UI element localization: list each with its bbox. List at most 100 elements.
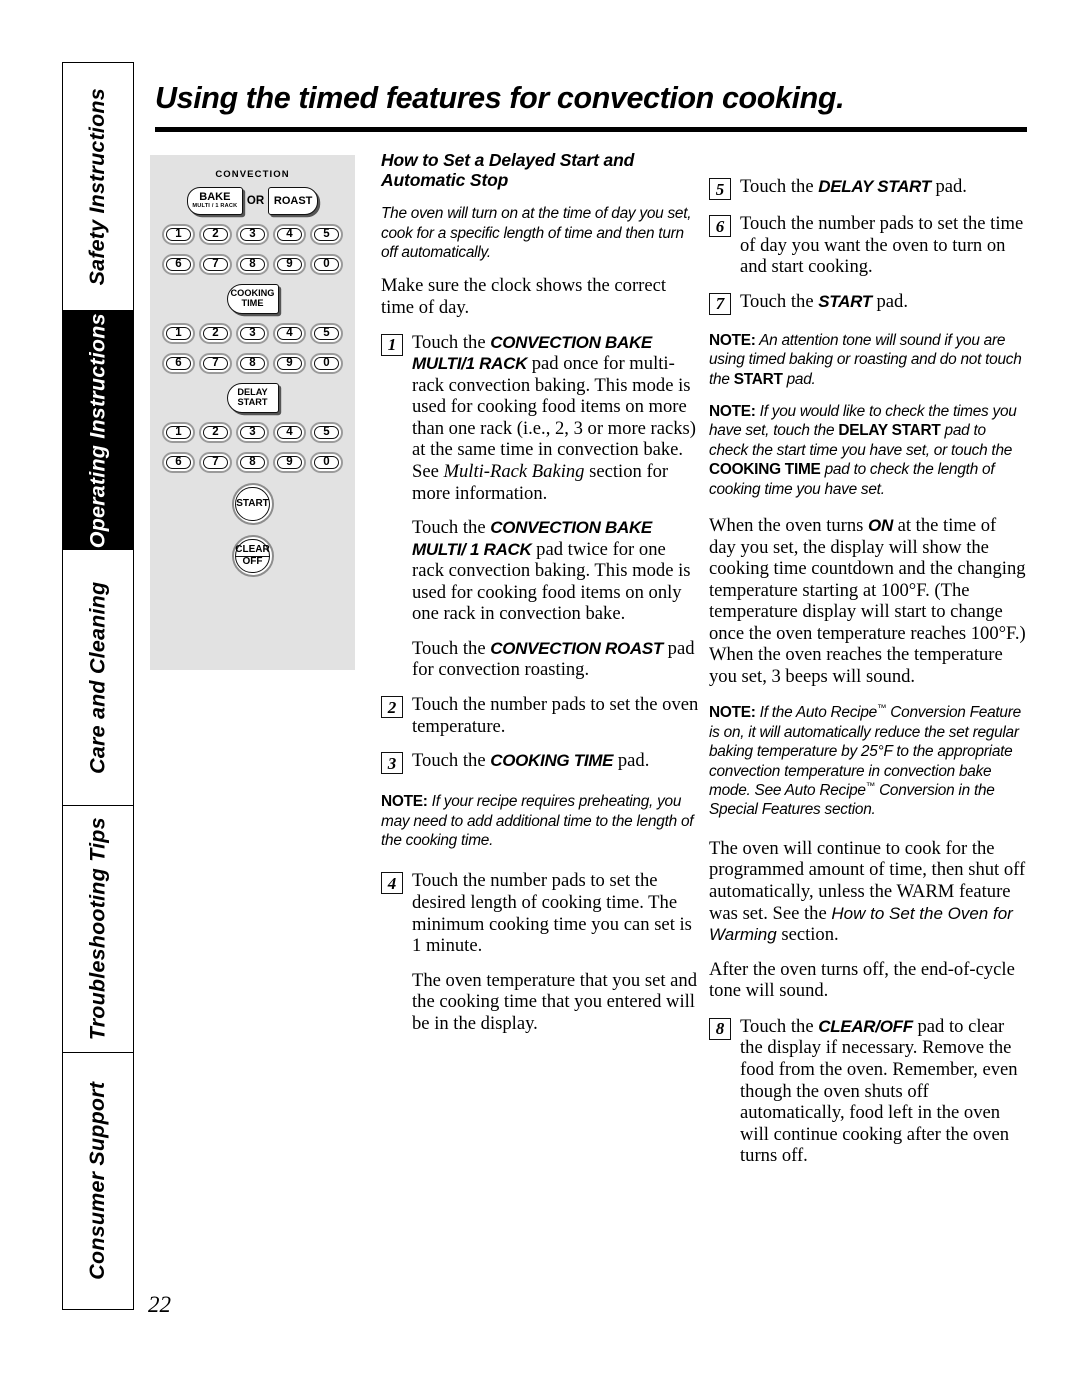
delay-start-button[interactable]: DELAY START	[226, 383, 279, 413]
trademark-symbol-2: ™	[865, 780, 876, 792]
note-check-times: NOTE: If you would like to check the tim…	[709, 402, 1027, 499]
numpad-key-label: 8	[249, 356, 256, 369]
clear-off-row: CLEAR OFF	[150, 535, 355, 577]
numpad-key-6[interactable]: 6	[162, 254, 195, 275]
numpad-key-0[interactable]: 0	[310, 353, 343, 374]
numpad-key-7[interactable]: 7	[199, 254, 232, 275]
numpad-row: 6 7 8 9 0	[150, 353, 355, 374]
note-check-pad-b: COOKING TIME	[709, 461, 821, 479]
step-3: 3 Touch the COOKING TIME pad.	[381, 750, 699, 775]
step-2: 2 Touch the number pads to set the oven …	[381, 694, 699, 737]
end-of-cycle-paragraph: After the oven turns off, the end-of-cyc…	[709, 958, 1015, 1002]
numpad-key-3[interactable]: 3	[236, 422, 269, 443]
title-divider	[155, 127, 1027, 132]
step-5-body: pad.	[935, 176, 967, 197]
convection-bake-button[interactable]: BAKE MULTI / 1 RACK	[186, 187, 243, 215]
sidebar-tab-safety-instructions[interactable]: Safety Instructions	[63, 63, 133, 312]
numpad-key-7[interactable]: 7	[199, 452, 232, 473]
oven-turns-on-paragraph: When the oven turns ON at the time of da…	[709, 515, 1027, 688]
numpad-row: 6 7 8 9 0	[150, 254, 355, 275]
sidebar-tab-label: Consumer Support	[85, 1081, 110, 1280]
sidebar-tab-consumer-support[interactable]: Consumer Support	[63, 1053, 133, 1309]
numpad-group-temperature: 1 2 3 4 5 6 7 8 9 0	[150, 224, 355, 275]
numpad-key-7[interactable]: 7	[199, 353, 232, 374]
numpad-key-label: 1	[175, 326, 182, 339]
step-8-number: 8	[709, 1017, 731, 1040]
numpad-key-2[interactable]: 2	[199, 224, 232, 245]
note-auto-recipe: NOTE: If the Auto Recipe™ Conversion Fea…	[709, 703, 1027, 819]
numpad-key-label: 2	[212, 425, 219, 438]
numpad-key-label: 1	[175, 227, 182, 240]
step-8-body: pad to clear the display if necessary. R…	[740, 1015, 1018, 1167]
numpad-key-4[interactable]: 4	[273, 323, 306, 344]
step-8-pad-name: CLEAR/OFF	[818, 1016, 913, 1036]
numpad-key-1[interactable]: 1	[162, 224, 195, 245]
numpad-key-5[interactable]: 5	[310, 224, 343, 245]
numpad-key-8[interactable]: 8	[236, 353, 269, 374]
numpad-key-3[interactable]: 3	[236, 323, 269, 344]
clear-off-button[interactable]: CLEAR OFF	[231, 535, 274, 577]
note-auto-recipe-label: NOTE:	[709, 704, 756, 722]
numpad-key-2[interactable]: 2	[199, 323, 232, 344]
oven-on-text-b: at the time of day you set, the display …	[709, 514, 1026, 687]
continue-cooking-paragraph: The oven will continue to cook for the p…	[709, 838, 1027, 946]
sidebar-tab-care-and-cleaning[interactable]: Care and Cleaning	[63, 550, 133, 806]
step-4-number: 4	[381, 872, 403, 895]
numpad-key-0[interactable]: 0	[310, 254, 343, 275]
step-3-pad-name: COOKING TIME	[490, 751, 614, 771]
sidebar-tab-label: Troubleshooting Tips	[85, 817, 110, 1041]
cooking-time-button[interactable]: COOKING TIME	[226, 284, 279, 314]
start-row: START	[150, 483, 355, 525]
numpad-key-3[interactable]: 3	[236, 224, 269, 245]
numpad-key-label: 0	[323, 356, 330, 369]
sidebar-tab-operating-instructions[interactable]: Operating Instructions	[63, 311, 133, 551]
numpad-key-4[interactable]: 4	[273, 422, 306, 443]
oven-on-text-a: When the oven turns	[709, 514, 864, 536]
numpad-key-2[interactable]: 2	[199, 422, 232, 443]
numpad-key-8[interactable]: 8	[236, 452, 269, 473]
numpad-key-5[interactable]: 5	[310, 323, 343, 344]
step-3-body: pad.	[617, 750, 650, 772]
numpad-key-1[interactable]: 1	[162, 422, 195, 443]
roast-label: ROAST	[273, 194, 313, 207]
step-2-number: 2	[381, 696, 403, 719]
numpad-key-label: 4	[286, 326, 293, 339]
numpad-key-6[interactable]: 6	[162, 353, 195, 374]
numpad-key-label: 3	[249, 425, 256, 438]
numpad-key-8[interactable]: 8	[236, 254, 269, 275]
numpad-key-6[interactable]: 6	[162, 452, 195, 473]
numpad-key-0[interactable]: 0	[310, 452, 343, 473]
page-title: Using the timed features for convection …	[155, 81, 845, 115]
numpad-key-label: 7	[212, 455, 219, 468]
numpad-key-label: 4	[286, 227, 293, 240]
start-button[interactable]: START	[231, 483, 274, 525]
step-6-text: Touch the number pads to set the time of…	[740, 213, 1024, 278]
note-check-label: NOTE:	[709, 402, 756, 420]
numpad-key-label: 1	[175, 425, 182, 438]
numpad-group-delay-time: 1 2 3 4 5 6 7 8 9 0	[150, 422, 355, 473]
numpad-key-label: 4	[286, 425, 293, 438]
numpad-key-9[interactable]: 9	[273, 452, 306, 473]
step-4: 4 Touch the number pads to set the desir…	[381, 870, 699, 956]
step-7-number: 7	[709, 292, 731, 315]
numpad-key-label: 3	[249, 326, 256, 339]
section-tab-rail: Safety Instructions Operating Instruction…	[62, 62, 134, 1310]
roast-paragraph-lead: Touch the	[412, 637, 486, 659]
sidebar-tab-troubleshooting-tips[interactable]: Troubleshooting Tips	[63, 806, 133, 1053]
numpad-key-9[interactable]: 9	[273, 254, 306, 275]
bake-label: BAKE	[199, 190, 231, 203]
cooking-time-row: COOKING TIME	[150, 284, 355, 314]
numpad-key-4[interactable]: 4	[273, 224, 306, 245]
numpad-row: 1 2 3 4 5	[150, 422, 355, 443]
step-1-continued: Touch the CONVECTION BAKE MULTI/ 1 RACK …	[412, 517, 699, 625]
numpad-key-1[interactable]: 1	[162, 323, 195, 344]
numpad-key-label: 9	[286, 356, 293, 369]
numpad-key-label: 0	[323, 455, 330, 468]
step-3-text: Touch the COOKING TIME pad.	[412, 750, 699, 772]
numpad-key-5[interactable]: 5	[310, 422, 343, 443]
sidebar-tab-label: Safety Instructions	[85, 87, 110, 286]
page-number: 22	[148, 1292, 171, 1317]
numpad-key-9[interactable]: 9	[273, 353, 306, 374]
convection-roast-button[interactable]: ROAST	[268, 187, 319, 215]
numpad-key-label: 6	[175, 257, 182, 270]
